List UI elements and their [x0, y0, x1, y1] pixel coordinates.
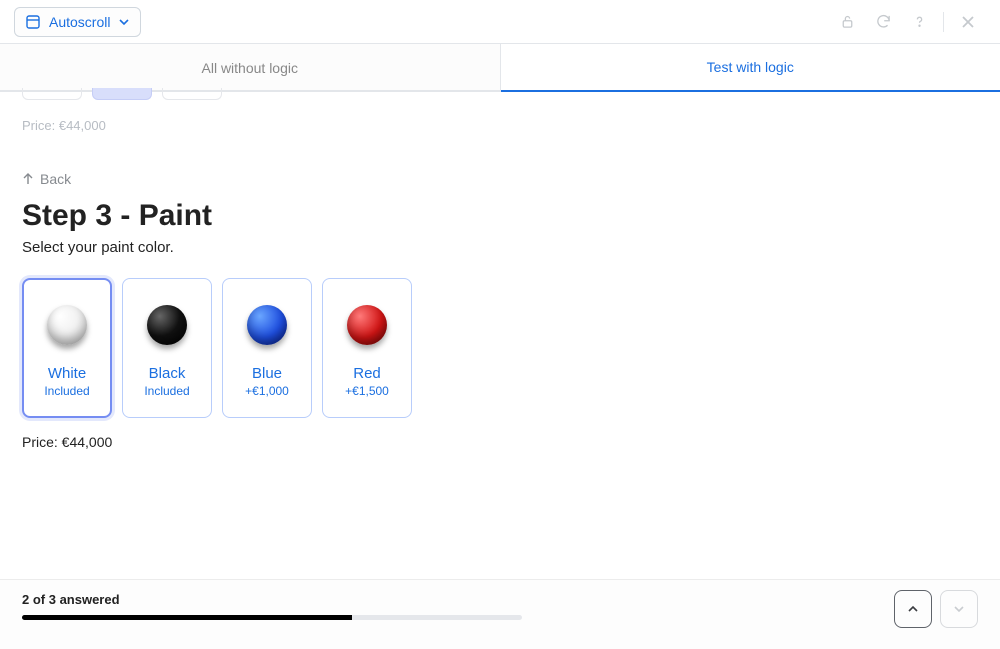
- option-price: +€1,000: [245, 384, 289, 398]
- footer: 2 of 3 answered: [0, 579, 1000, 649]
- chevron-down-icon: [952, 602, 966, 616]
- chevron-down-icon: [118, 16, 130, 28]
- option-label: Blue: [252, 365, 282, 382]
- refresh-icon[interactable]: [865, 4, 901, 40]
- option-label: Black: [149, 365, 186, 382]
- paint-options: White Included Black Included Blue +€1,0…: [22, 278, 978, 418]
- step-price: Price: €44,000: [22, 434, 978, 450]
- option-white[interactable]: White Included: [22, 278, 112, 418]
- option-label: White: [48, 365, 86, 382]
- previous-step-options: [22, 88, 978, 100]
- progress-fill: [22, 615, 352, 620]
- tab-test-with-logic[interactable]: Test with logic: [501, 44, 1000, 92]
- option-price: +€1,500: [345, 384, 389, 398]
- ghost-option-selected: [92, 88, 152, 100]
- ghost-option: [162, 88, 222, 100]
- swatch-white: [47, 305, 87, 345]
- nav-down-button[interactable]: [940, 590, 978, 628]
- autoscroll-dropdown[interactable]: Autoscroll: [14, 7, 141, 37]
- progress-track: [22, 615, 522, 620]
- nav-buttons: [894, 590, 978, 628]
- chevron-up-icon: [906, 602, 920, 616]
- content: Price: €44,000 Back Step 3 - Paint Selec…: [0, 92, 1000, 579]
- swatch-blue: [247, 305, 287, 345]
- separator: [943, 12, 944, 32]
- option-price: Included: [144, 384, 189, 398]
- close-icon[interactable]: [950, 4, 986, 40]
- nav-up-button[interactable]: [894, 590, 932, 628]
- help-icon[interactable]: [901, 4, 937, 40]
- step-title: Step 3 - Paint: [22, 199, 978, 233]
- autoscroll-label: Autoscroll: [49, 14, 110, 30]
- lock-icon[interactable]: [829, 4, 865, 40]
- tab-all-without-logic[interactable]: All without logic: [0, 44, 501, 92]
- option-red[interactable]: Red +€1,500: [322, 278, 412, 418]
- tab-label: All without logic: [202, 60, 299, 76]
- swatch-black: [147, 305, 187, 345]
- back-link[interactable]: Back: [22, 171, 978, 187]
- tabs: All without logic Test with logic: [0, 44, 1000, 92]
- previous-step-price: Price: €44,000: [22, 118, 978, 133]
- ghost-option: [22, 88, 82, 100]
- answered-count: 2 of 3 answered: [22, 592, 978, 607]
- tab-label: Test with logic: [707, 59, 794, 75]
- step-subtitle: Select your paint color.: [22, 239, 978, 256]
- option-price: Included: [44, 384, 89, 398]
- swatch-red: [347, 305, 387, 345]
- toolbar: Autoscroll: [0, 0, 1000, 44]
- arrow-up-icon: [22, 173, 34, 185]
- option-blue[interactable]: Blue +€1,000: [222, 278, 312, 418]
- window-icon: [25, 14, 41, 30]
- option-label: Red: [353, 365, 381, 382]
- back-label: Back: [40, 171, 71, 187]
- option-black[interactable]: Black Included: [122, 278, 212, 418]
